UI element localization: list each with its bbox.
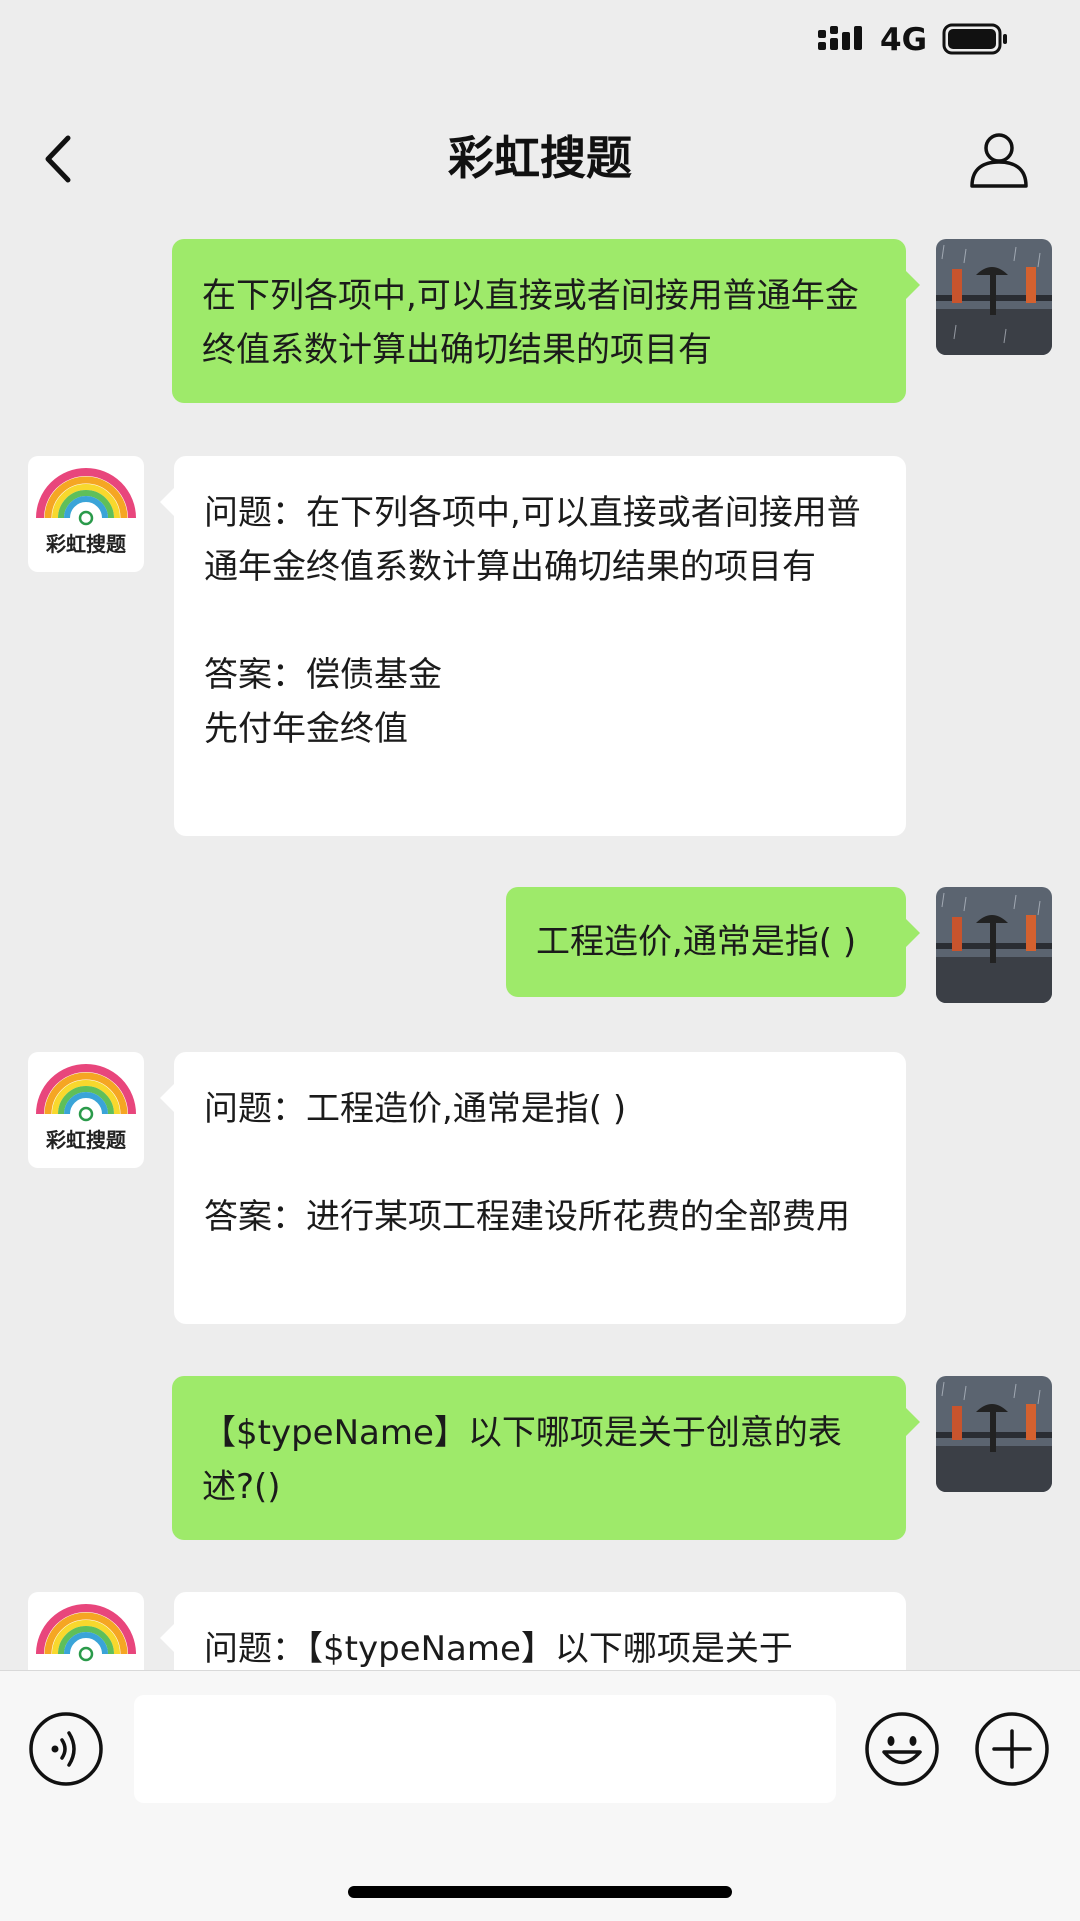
page-title: 彩虹搜题 — [448, 131, 632, 185]
battery-icon — [942, 23, 1007, 55]
signal-icon — [818, 26, 862, 50]
user-avatar[interactable] — [936, 239, 1052, 355]
bot-name: 彩虹搜题 — [46, 532, 126, 556]
message-bubble[interactable]: 【$typeName】以下哪项是关于创意的表述?() — [172, 1376, 920, 1540]
network-type: 4G — [880, 22, 928, 58]
rain-photo-icon — [936, 887, 1052, 1003]
voice-icon[interactable] — [28, 1711, 104, 1787]
emoji-icon[interactable] — [864, 1711, 940, 1787]
bot-name: 彩虹搜题 — [46, 1128, 126, 1152]
nav-bar: 彩虹搜题 — [0, 84, 1080, 234]
bot-avatar[interactable] — [28, 1592, 144, 1670]
bot-avatar[interactable]: 彩虹搜题 — [28, 456, 144, 572]
rain-photo-icon — [936, 1376, 1052, 1492]
rain-photo-icon — [936, 239, 1052, 355]
message-bubble[interactable]: 问题：工程造价,通常是指( ) 答案：进行某项工程建设所花费的全部费用 — [160, 1052, 906, 1324]
input-bar — [0, 1670, 1080, 1921]
user-avatar[interactable] — [936, 887, 1052, 1003]
home-indicator[interactable] — [348, 1886, 732, 1898]
rainbow-logo-icon — [36, 1604, 136, 1662]
message-bubble[interactable]: 问题：【$typeName】以下哪项是关于 — [160, 1592, 906, 1670]
plus-icon[interactable] — [974, 1711, 1050, 1787]
message-bubble[interactable]: 工程造价,通常是指( ) — [506, 887, 920, 997]
bot-avatar[interactable]: 彩虹搜题 — [28, 1052, 144, 1168]
person-icon[interactable] — [968, 128, 1030, 190]
user-avatar[interactable] — [936, 1376, 1052, 1492]
message-bubble[interactable]: 问题：在下列各项中,可以直接或者间接用普通年金终值系数计算出确切结果的项目有 答… — [160, 456, 906, 836]
status-bar: 4G — [0, 0, 1080, 84]
message-input[interactable] — [134, 1695, 836, 1803]
chat-area[interactable]: 在下列各项中,可以直接或者间接用普通年金终值系数计算出确切结果的项目有 彩虹搜题… — [0, 234, 1080, 1670]
message-bubble[interactable]: 在下列各项中,可以直接或者间接用普通年金终值系数计算出确切结果的项目有 — [172, 239, 920, 403]
